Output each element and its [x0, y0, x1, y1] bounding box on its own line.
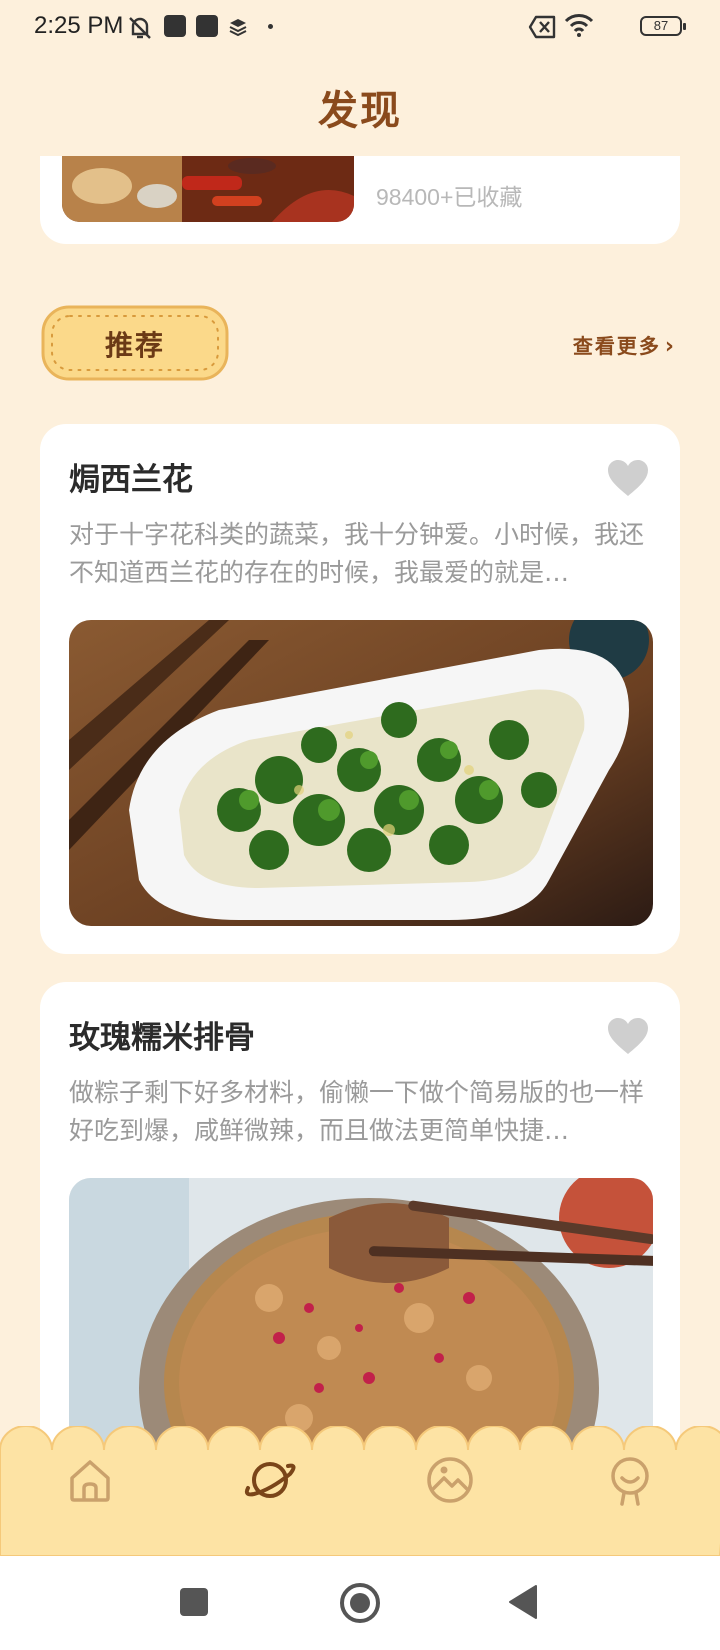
- mute-icon: [129, 17, 151, 39]
- heart-icon[interactable]: [606, 1016, 650, 1056]
- profile-icon[interactable]: [602, 1452, 658, 1508]
- chevron-right-icon: ›: [664, 334, 676, 359]
- dot-icon: [268, 24, 273, 29]
- recents-icon[interactable]: [178, 1586, 210, 1618]
- gallery-icon[interactable]: [422, 1452, 478, 1508]
- home-circle-icon[interactable]: [339, 1582, 381, 1624]
- recommend-label: 推荐: [104, 329, 165, 362]
- recipe-description: 对于十字花科类的蔬菜，我十分钟爱。小时候，我还不知道西兰花的存在的时候，我最爱的…: [69, 520, 645, 587]
- sim-off-icon: [528, 15, 556, 39]
- home-icon[interactable]: [62, 1452, 118, 1508]
- notification-icon: [196, 15, 218, 37]
- see-more-label: 查看更多: [572, 334, 661, 358]
- planet-icon[interactable]: [242, 1452, 298, 1508]
- featured-image: [62, 156, 354, 222]
- status-bar: 2:25 PM 87: [0, 0, 720, 56]
- recommend-badge: 推荐: [40, 304, 230, 382]
- recipe-image[interactable]: [69, 620, 653, 926]
- recipe-card[interactable]: 焗西兰花 对于十字花科类的蔬菜，我十分钟爱。小时候，我还不知道西兰花的存在的时候…: [40, 424, 680, 954]
- recipe-title: 玫瑰糯米排骨: [69, 1020, 255, 1056]
- battery-icon: 87: [640, 16, 686, 36]
- notification-icon: [164, 15, 186, 37]
- status-time: 2:25 PM: [34, 12, 124, 39]
- back-icon[interactable]: [506, 1584, 540, 1620]
- recipe-description: 做粽子剩下好多材料，偷懒一下做个简易版的也一样好吃到爆，咸鲜微辣，而且做法更简单…: [69, 1078, 645, 1145]
- layers-icon: [229, 19, 247, 37]
- wifi-icon: [564, 14, 594, 37]
- recipe-title: 焗西兰花: [69, 462, 193, 498]
- heart-icon[interactable]: [606, 458, 650, 498]
- favorites-count: 98400+已收藏: [376, 184, 523, 210]
- page-title: 发现: [318, 88, 402, 134]
- see-more-link[interactable]: 查看更多 ›: [573, 330, 676, 359]
- system-nav-bar: [0, 1556, 720, 1650]
